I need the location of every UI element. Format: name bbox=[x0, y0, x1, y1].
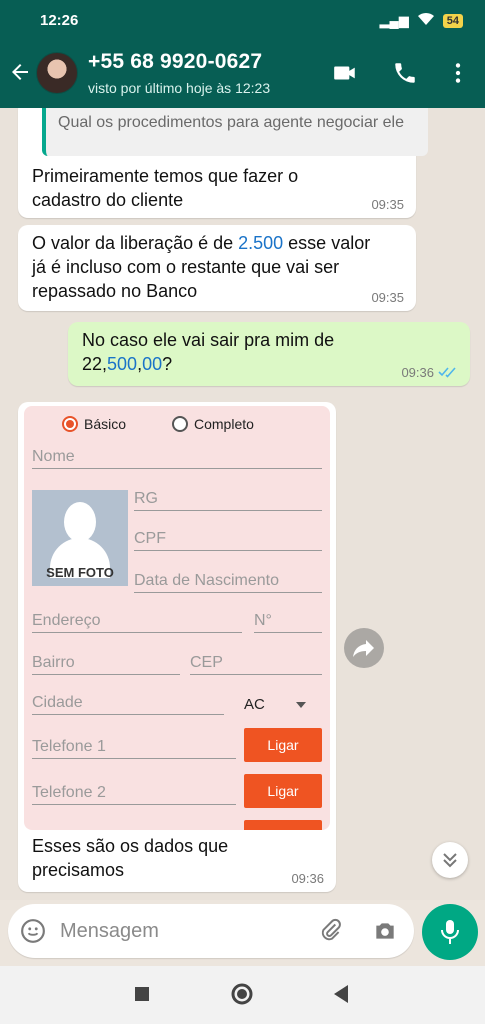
quoted-text: Qual os procedimentos para agente negoci… bbox=[58, 114, 404, 131]
share-icon[interactable] bbox=[344, 628, 384, 668]
phone-icon[interactable] bbox=[392, 60, 418, 86]
nav-square-icon[interactable] bbox=[134, 986, 150, 1002]
message-time: 09:35 bbox=[371, 197, 404, 212]
message-input[interactable]: Mensagem bbox=[60, 920, 159, 943]
field-nome: Nome bbox=[32, 448, 322, 469]
radio-unselected-icon bbox=[172, 416, 188, 432]
ligar-button: Ligar bbox=[244, 728, 322, 762]
battery-icon: 54 bbox=[442, 13, 463, 28]
message-text: O valor da liberação é de 2.500 esse val… bbox=[32, 233, 371, 301]
field-rg: RG bbox=[134, 490, 322, 511]
message-incoming[interactable]: Qual os procedimentos para agente negoci… bbox=[18, 108, 428, 218]
message-incoming[interactable]: O valor da liberação é de 2.500 esse val… bbox=[18, 225, 416, 311]
field-endereco: Endereço bbox=[32, 612, 242, 633]
avatar[interactable] bbox=[36, 52, 78, 94]
mic-button[interactable] bbox=[422, 904, 478, 960]
field-cpf: CPF bbox=[134, 530, 322, 551]
emoji-icon[interactable] bbox=[20, 918, 46, 944]
no-photo-placeholder: SEM FOTO bbox=[32, 490, 128, 586]
image-caption: Esses são os dados que precisamos bbox=[32, 836, 229, 880]
attach-icon[interactable] bbox=[318, 918, 344, 944]
field-cep: CEP bbox=[190, 654, 322, 675]
message-time: 09:36 bbox=[401, 365, 434, 380]
message-text: No caso ele vai sair pra mim de 22,500,0… bbox=[82, 330, 335, 374]
read-receipt-icon bbox=[438, 367, 456, 378]
message-outgoing[interactable]: No caso ele vai sair pra mim de 22,500,0… bbox=[68, 322, 470, 386]
field-telefone1: Telefone 1 bbox=[32, 738, 236, 759]
scroll-down-icon[interactable] bbox=[432, 842, 468, 878]
wifi-icon bbox=[417, 12, 435, 29]
ligar-button-partial bbox=[244, 820, 322, 830]
form-screenshot[interactable]: Básico Completo Nome SEM FOTO RG CPF Dat… bbox=[24, 406, 330, 830]
nav-home-icon[interactable] bbox=[230, 982, 254, 1006]
mic-icon bbox=[441, 920, 459, 944]
field-bairro: Bairro bbox=[32, 654, 180, 675]
back-arrow-icon[interactable] bbox=[8, 60, 32, 84]
message-composer[interactable]: Mensagem bbox=[8, 904, 414, 958]
radio-selected-icon bbox=[62, 416, 78, 432]
dropdown-caret-icon bbox=[296, 702, 306, 708]
field-nascimento: Data de Nascimento bbox=[134, 572, 322, 593]
signal-icon: ▂▄▆ bbox=[379, 12, 409, 28]
message-time: 09:36 bbox=[291, 871, 324, 886]
message-text: Primeiramente temos que fazer o cadastro… bbox=[32, 166, 299, 210]
ligar-button: Ligar bbox=[244, 774, 322, 808]
uf-select-value: AC bbox=[244, 696, 265, 713]
image-message[interactable]: Básico Completo Nome SEM FOTO RG CPF Dat… bbox=[18, 402, 336, 892]
status-icons: ▂▄▆ 54 bbox=[380, 12, 463, 29]
last-seen: visto por último hoje às 12:23 bbox=[88, 80, 271, 96]
more-vert-icon[interactable] bbox=[445, 60, 471, 86]
status-bar: 12:26 ▂▄▆ 54 bbox=[0, 0, 485, 40]
status-time: 12:26 bbox=[40, 12, 79, 29]
system-navbar bbox=[0, 966, 485, 1024]
radio-basic: Básico bbox=[62, 416, 126, 432]
radio-complete: Completo bbox=[172, 416, 254, 432]
video-call-icon[interactable] bbox=[332, 60, 358, 86]
quoted-message[interactable]: Qual os procedimentos para agente negoci… bbox=[42, 108, 428, 156]
field-numero: N° bbox=[254, 612, 322, 633]
message-time: 09:35 bbox=[371, 290, 404, 305]
contact-name[interactable]: +55 68 9920-0627 bbox=[88, 50, 262, 74]
chat-header: +55 68 9920-0627 visto por último hoje à… bbox=[0, 40, 485, 108]
field-telefone2: Telefone 2 bbox=[32, 784, 236, 805]
chat-area[interactable]: Qual os procedimentos para agente negoci… bbox=[0, 108, 485, 900]
nav-back-icon[interactable] bbox=[332, 984, 350, 1004]
field-cidade: Cidade bbox=[32, 694, 224, 715]
camera-icon[interactable] bbox=[372, 918, 398, 944]
